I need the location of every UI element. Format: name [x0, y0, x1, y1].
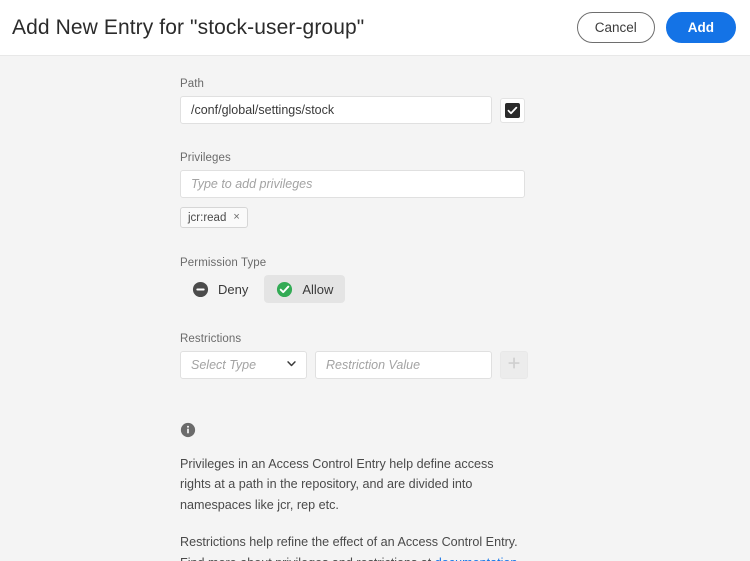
header-actions: Cancel Add [576, 12, 736, 43]
restrictions-block: Restrictions Select Type [180, 333, 750, 379]
path-checkbox[interactable] [500, 97, 525, 123]
entry-form: Path Privileges jcr:read × [0, 56, 750, 561]
plus-icon [507, 356, 521, 375]
path-field-block: Path [180, 78, 750, 124]
allow-check-circle-icon [276, 281, 293, 298]
restrictions-row: Select Type [180, 351, 750, 379]
dialog-body: Path Privileges jcr:read × [0, 56, 750, 561]
privileges-tag-list: jcr:read × [180, 207, 750, 228]
dialog-header: Add New Entry for "stock-user-group" Can… [0, 0, 750, 56]
help-paragraph-privileges: Privileges in an Access Control Entry he… [180, 457, 494, 512]
restrictions-label: Restrictions [180, 333, 242, 345]
path-label: Path [180, 78, 205, 90]
close-icon[interactable]: × [233, 212, 239, 223]
restriction-value-input[interactable] [315, 351, 492, 379]
deny-circle-icon [192, 281, 209, 298]
info-circle-icon [180, 422, 525, 443]
permission-type-label: Permission Type [180, 257, 267, 269]
page-title: Add New Entry for "stock-user-group" [12, 15, 365, 39]
privileges-label: Privileges [180, 152, 231, 164]
chevron-down-icon [286, 358, 297, 372]
privilege-tag-label: jcr:read [188, 211, 227, 224]
permission-option-deny-label: Deny [218, 281, 249, 297]
restriction-type-select[interactable]: Select Type [180, 351, 307, 379]
help-section: Privileges in an Access Control Entry he… [180, 422, 525, 561]
permission-option-deny[interactable]: Deny [180, 275, 260, 303]
cancel-button[interactable]: Cancel [576, 12, 655, 43]
path-input-row [180, 96, 750, 124]
path-input[interactable] [180, 96, 492, 124]
privileges-field-block: Privileges jcr:read × [180, 152, 750, 228]
permission-option-allow-label: Allow [302, 281, 334, 297]
help-paragraph-restrictions: Restrictions help refine the effect of a… [180, 532, 525, 561]
permission-type-options: Deny Allow [180, 275, 750, 303]
privileges-input[interactable] [180, 170, 525, 198]
permission-option-allow[interactable]: Allow [264, 275, 346, 303]
privilege-tag[interactable]: jcr:read × [180, 207, 248, 228]
permission-type-block: Permission Type Deny Allow [180, 257, 750, 303]
restriction-type-select-value: Select Type [191, 358, 257, 372]
add-button[interactable]: Add [665, 12, 736, 43]
add-restriction-button[interactable] [500, 351, 528, 379]
checkmark-icon [505, 102, 520, 118]
